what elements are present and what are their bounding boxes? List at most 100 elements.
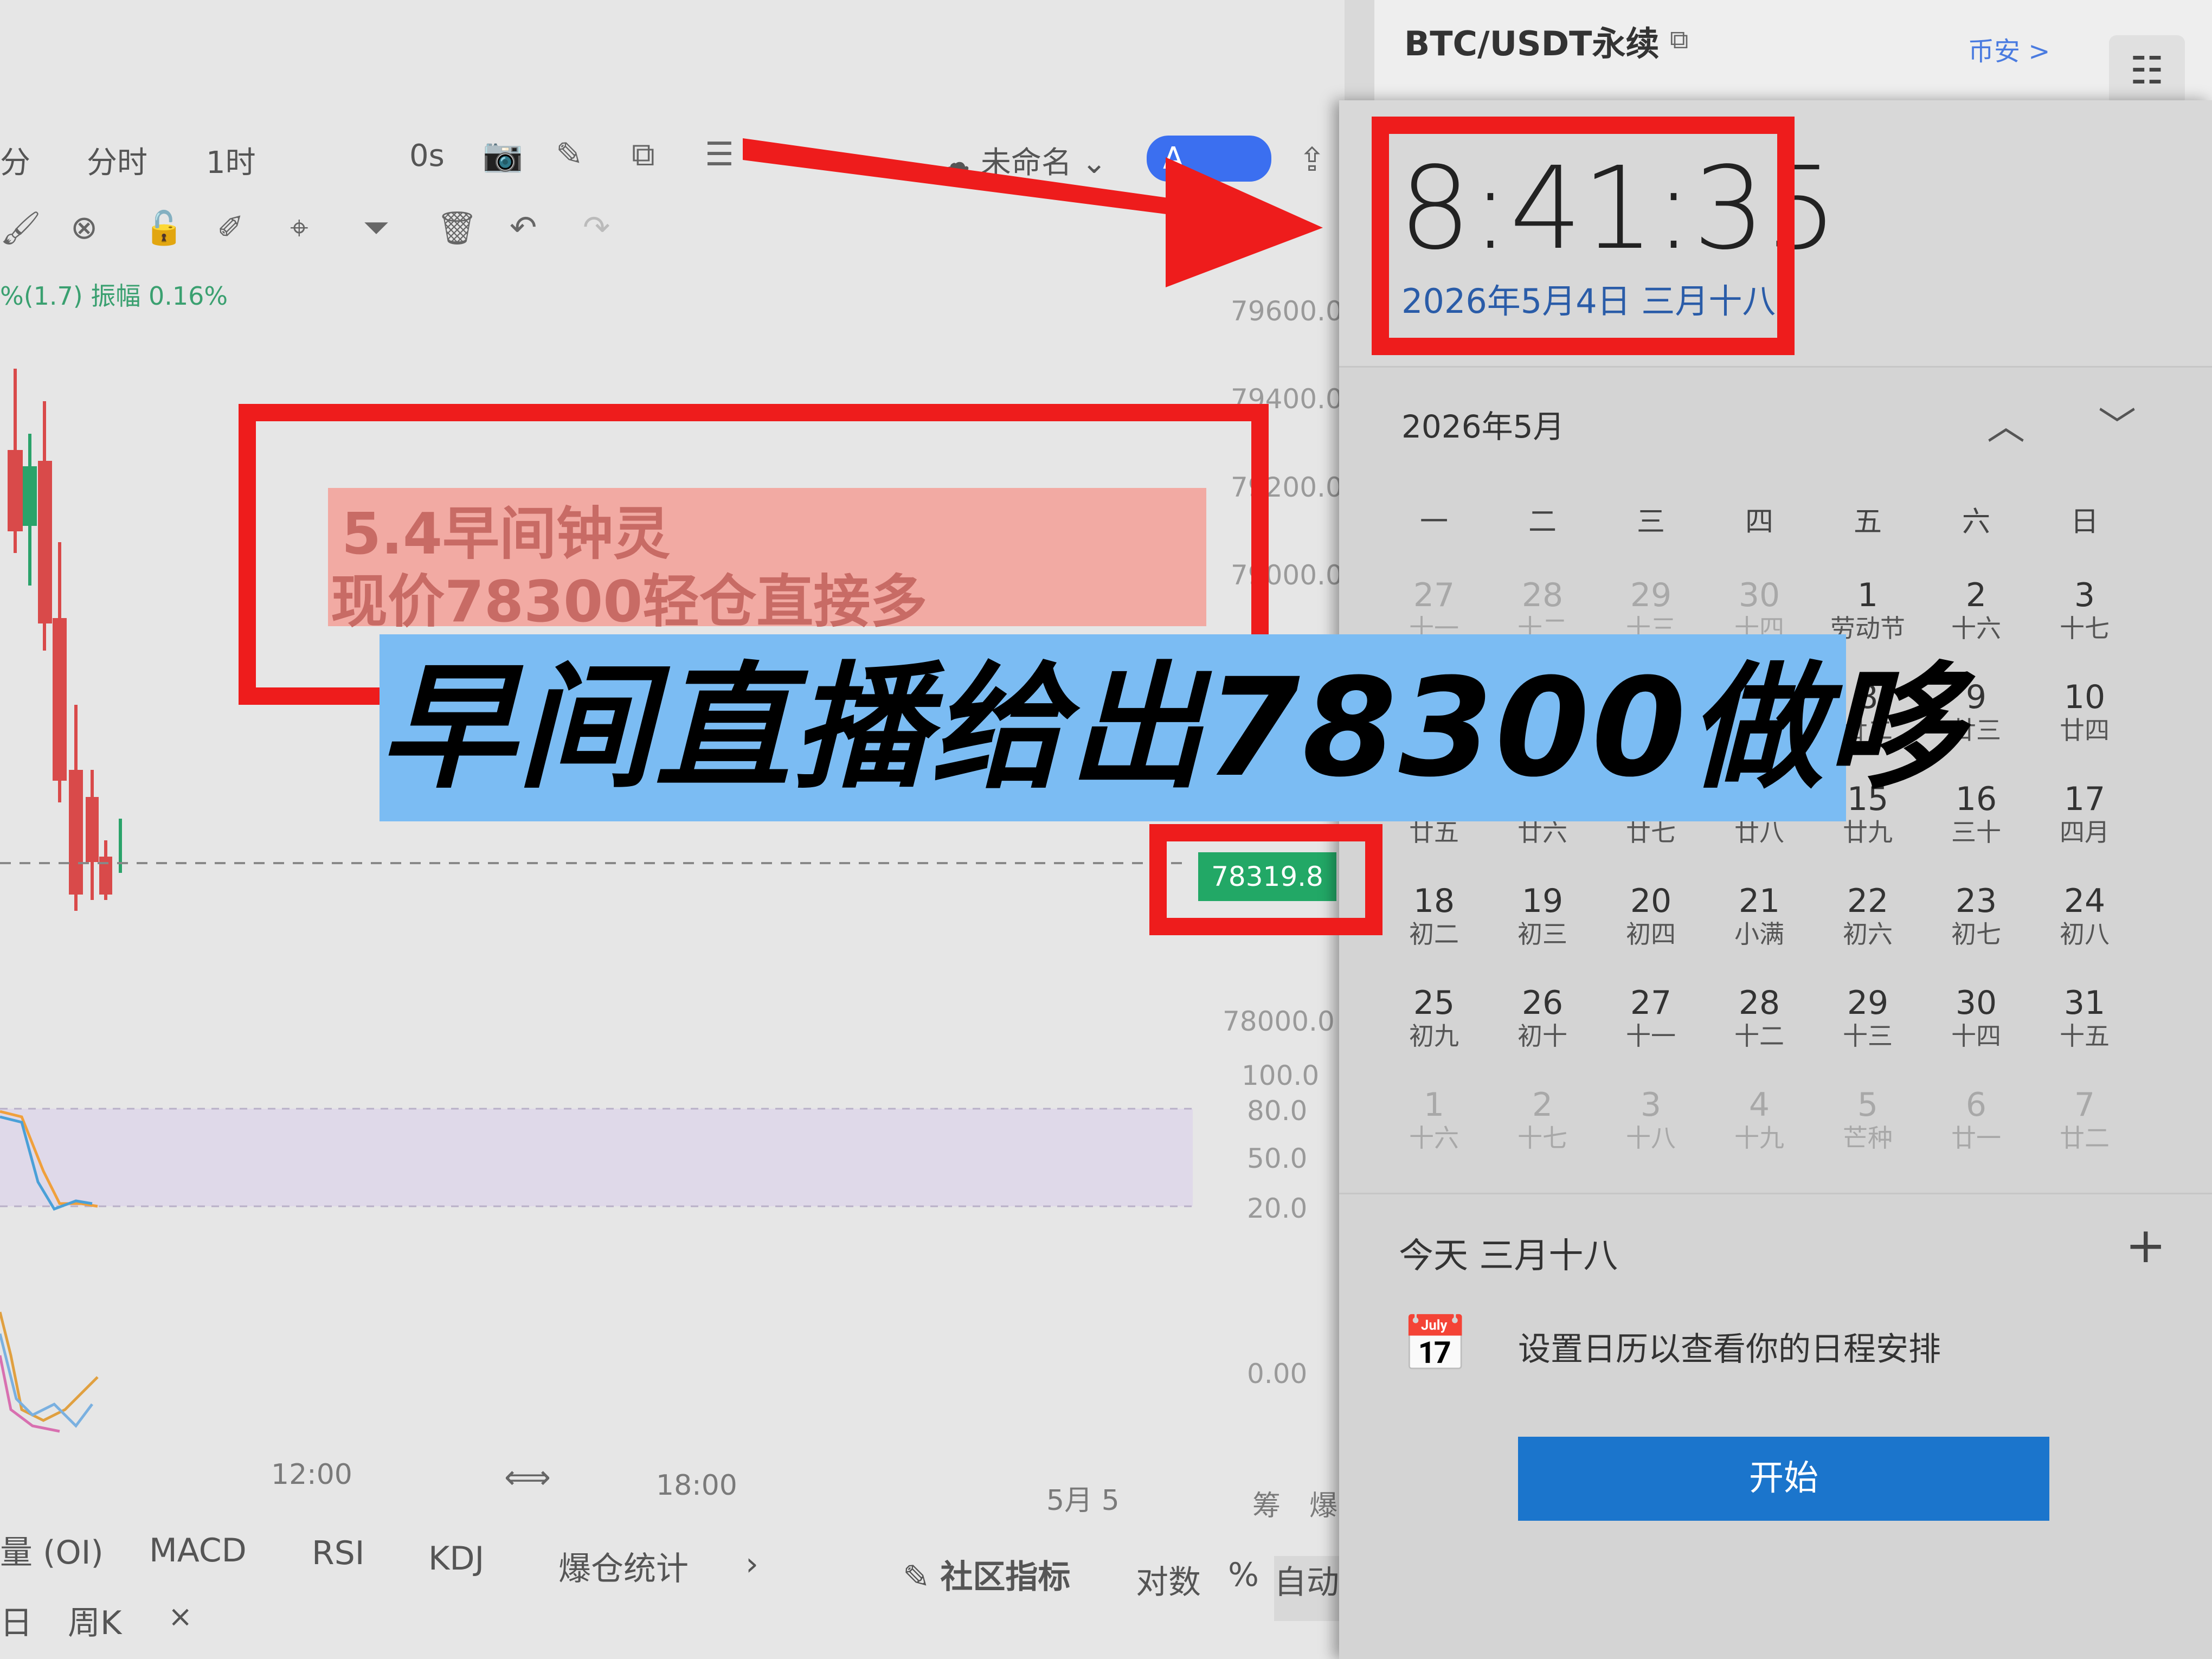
tab-kdj[interactable]: KDJ <box>428 1540 484 1578</box>
add-event-button[interactable]: + <box>2125 1217 2166 1274</box>
exchange-link[interactable]: 币安 > <box>1968 30 2050 68</box>
calendar-day[interactable]: 1 十六 <box>1380 1087 1488 1189</box>
calendar-day[interactable]: 2 十七 <box>1488 1087 1597 1189</box>
lunar-date: 廿二 <box>2060 1123 2110 1153</box>
day-number: 25 <box>1413 984 1455 1022</box>
calendar-week-row: 1 十六 2 十七 3 十八 4 十九 5 芒种 6 廿一 7 廿二 <box>1380 1087 2139 1189</box>
day-number: 7 <box>2074 1086 2095 1124</box>
trash-icon[interactable]: 🗑 <box>436 209 478 247</box>
lunar-date: 廿七 <box>1626 818 1676 847</box>
today-label: 今天 三月十八 <box>1399 1236 1618 1276</box>
calendar-day[interactable]: 7 廿二 <box>2030 1087 2139 1189</box>
time-tick: 12:00 <box>271 1458 352 1491</box>
calendar-day[interactable]: 28 十二 <box>1705 985 1814 1087</box>
tab-macd[interactable]: MACD <box>149 1532 247 1570</box>
undo-icon[interactable]: ↶ <box>510 209 537 247</box>
calendar-day[interactable]: 22 初六 <box>1814 883 1922 985</box>
setup-calendar-text: 设置日历以查看你的日程安排 <box>1518 1330 1941 1368</box>
day-number: 27 <box>1630 984 1672 1022</box>
divider <box>1339 1193 2212 1194</box>
interval-timeshare[interactable]: 分时 <box>87 138 147 182</box>
filter-icon[interactable]: ⏷ <box>363 209 389 247</box>
tabs-more-chevron-icon[interactable]: › <box>745 1545 758 1583</box>
red-arrow-icon <box>743 138 1323 287</box>
copy-icon[interactable]: ⧉ <box>1670 24 1688 55</box>
lunar-date: 芒种 <box>1843 1123 1893 1153</box>
calendar-day[interactable]: 3 十八 <box>1597 1087 1705 1189</box>
calendar-icon: 📅 <box>1401 1312 1469 1375</box>
side-label-chip[interactable]: 筹 <box>1252 1483 1281 1523</box>
magnet-icon[interactable]: ⌖ <box>290 209 308 247</box>
calendar-day[interactable]: 21 小满 <box>1705 883 1814 985</box>
start-button[interactable]: 开始 <box>1518 1437 2049 1521</box>
chevron-down-icon[interactable]: ﹀ <box>2098 396 2136 451</box>
calendar-day[interactable]: 29 十三 <box>1814 985 1922 1087</box>
calendar-day[interactable]: 27 十一 <box>1597 985 1705 1087</box>
calendar-day[interactable]: 18 初二 <box>1380 883 1488 985</box>
lunar-date: 初四 <box>1626 919 1676 949</box>
camera-icon[interactable]: 📷 <box>483 136 523 174</box>
promo-banner: 早间直播给出78300做哆 <box>380 634 1962 821</box>
tab-oi[interactable]: 量 (OI) <box>0 1526 104 1573</box>
day-number: 22 <box>1847 882 1889 920</box>
symbol-title[interactable]: BTC/USDT永续 <box>1404 16 1659 65</box>
new-window-icon[interactable]: ⧉ <box>632 136 655 173</box>
redo-icon[interactable]: ↷ <box>583 209 610 247</box>
weekday-header: 一 二 三 四 五 六 日 <box>1380 499 2139 539</box>
calendar-day[interactable]: 30 十四 <box>1922 985 2030 1087</box>
calendar-day[interactable]: 19 初三 <box>1488 883 1597 985</box>
log-scale-toggle[interactable]: 对数 <box>1136 1556 1201 1603</box>
calendar-day[interactable]: 23 初七 <box>1922 883 2030 985</box>
calendar-day[interactable]: 5 芒种 <box>1814 1087 1922 1189</box>
indicator-tick: 100.0 <box>1242 1060 1320 1091</box>
calendar-day[interactable]: 4 十九 <box>1705 1087 1814 1189</box>
edit-doc-icon[interactable]: ✐ <box>217 209 244 247</box>
period-week[interactable]: 周K <box>68 1597 121 1644</box>
lunar-date: 廿五 <box>1409 818 1459 847</box>
calendar-day[interactable]: 31 十五 <box>2030 985 2139 1087</box>
day-number: 5 <box>1857 1086 1879 1124</box>
lock-icon[interactable]: 🔓 <box>144 209 184 247</box>
lunar-date: 廿一 <box>1951 1123 2001 1153</box>
brush-icon[interactable]: 🖌 <box>0 209 41 247</box>
month-title[interactable]: 2026年5月 <box>1401 401 1565 447</box>
lunar-date: 十七 <box>1517 1123 1567 1153</box>
calendar-day[interactable]: 24 初八 <box>2030 883 2139 985</box>
highlight-frame-clock <box>1372 117 1795 355</box>
day-number: 21 <box>1738 882 1780 920</box>
hide-drawings-icon[interactable]: ⊗ <box>70 209 98 247</box>
calendar-day[interactable]: 6 廿一 <box>1922 1087 2030 1189</box>
calendar-day[interactable]: 17 四月 <box>2030 781 2139 883</box>
side-label-burst[interactable]: 爆 <box>1309 1483 1338 1523</box>
pencil-icon[interactable]: ✎ <box>556 136 583 173</box>
lunar-date: 十六 <box>1951 614 2001 643</box>
calendar-day[interactable]: 3 十七 <box>2030 577 2139 679</box>
day-number: 28 <box>1738 984 1780 1022</box>
interval-minute[interactable]: 分 <box>0 138 30 182</box>
chevron-up-icon[interactable]: ︿ <box>1987 396 2025 451</box>
calendar-day[interactable]: 20 初四 <box>1597 883 1705 985</box>
tab-liquidation[interactable]: 爆仓统计 <box>558 1542 689 1590</box>
auto-scale-toggle[interactable]: 自动 <box>1274 1556 1345 1621</box>
calendar-day[interactable]: 25 初九 <box>1380 985 1488 1087</box>
tab-rsi[interactable]: RSI <box>312 1534 364 1572</box>
highlight-frame-price <box>1149 824 1382 935</box>
lunar-date: 初六 <box>1843 919 1893 949</box>
countdown-label: 0s <box>409 138 445 173</box>
period-day[interactable]: 日 <box>0 1597 33 1644</box>
calendar-day[interactable]: 10 廿四 <box>2030 679 2139 781</box>
list-menu-icon[interactable]: ☷ <box>2109 35 2185 106</box>
menu-lines-icon[interactable]: ☰ <box>705 136 734 173</box>
ohlc-info: %(1.7) 振幅 0.16% <box>0 281 228 311</box>
day-number: 4 <box>1748 1086 1770 1124</box>
lunar-date: 初三 <box>1517 919 1567 949</box>
lunar-date: 十四 <box>1951 1021 2001 1051</box>
close-icon[interactable]: × <box>168 1599 192 1634</box>
interval-1h[interactable]: 1时 <box>206 138 256 182</box>
calendar-day[interactable]: 26 初十 <box>1488 985 1597 1087</box>
percent-scale-toggle[interactable]: % <box>1228 1556 1259 1594</box>
community-indicators[interactable]: ✎ 社区指标 <box>903 1551 1070 1598</box>
resize-horizontal-icon[interactable]: ⟺ <box>504 1458 551 1496</box>
calendar-week-row: 25 初九 26 初十 27 十一 28 十二 29 十三 30 十四 31 十五 <box>1380 985 2139 1087</box>
macd-line <box>0 1311 99 1422</box>
